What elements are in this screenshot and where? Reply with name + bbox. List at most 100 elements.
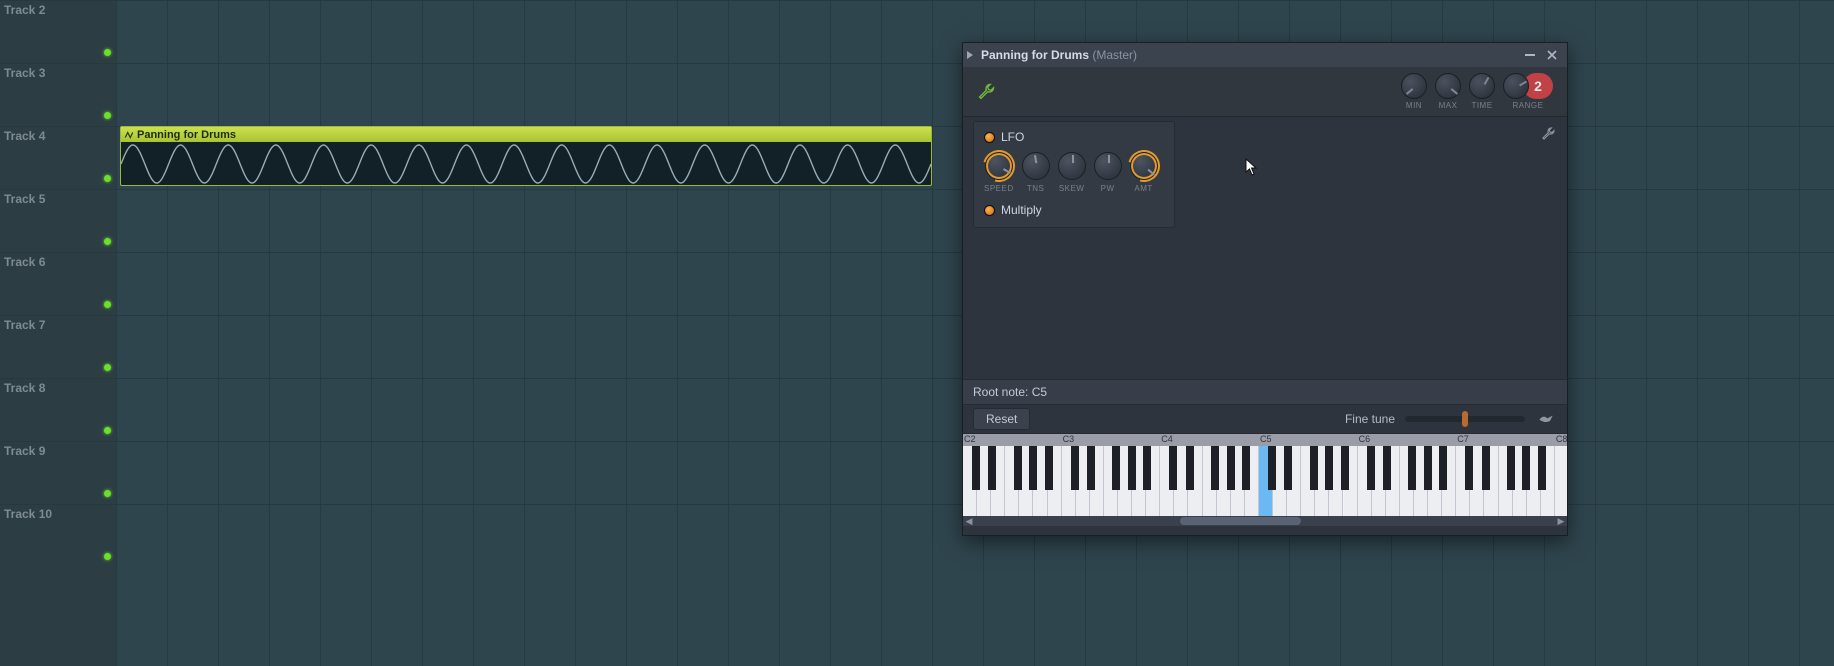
editor-titlebar[interactable]: Panning for Drums (Master) xyxy=(963,43,1567,67)
lfo-knob-pw[interactable] xyxy=(1094,152,1122,180)
header-knob-max[interactable] xyxy=(1435,73,1461,99)
track-mute-dot[interactable] xyxy=(104,490,111,497)
fine-tune-apply-icon[interactable] xyxy=(1535,408,1557,430)
piano-black-key[interactable] xyxy=(1439,446,1447,490)
piano-black-key[interactable] xyxy=(1367,446,1375,490)
piano-black-key[interactable] xyxy=(1242,446,1250,490)
track-name-label: Track 3 xyxy=(4,66,45,80)
header-knob-group: Min xyxy=(1401,73,1427,110)
piano-black-key[interactable] xyxy=(1112,446,1120,490)
control-bar: Reset Fine tune xyxy=(963,404,1567,433)
header-knob-group: 2Range xyxy=(1503,73,1553,110)
automation-icon xyxy=(124,130,134,140)
lfo-knob-label: Skew xyxy=(1059,184,1085,193)
piano-black-key[interactable] xyxy=(1045,446,1053,490)
piano-ruler: C2C3C4C5C6C7C8 xyxy=(963,434,1567,446)
header-knob-time[interactable] xyxy=(1503,73,1529,99)
reset-button[interactable]: Reset xyxy=(973,408,1030,430)
track-name-label: Track 8 xyxy=(4,381,45,395)
lfo-knob-speed[interactable] xyxy=(985,152,1013,180)
track-mute-dot[interactable] xyxy=(104,553,111,560)
clip-waveform xyxy=(121,142,931,187)
body-settings-button[interactable] xyxy=(1537,123,1559,145)
lfo-knob-group: Skew xyxy=(1058,152,1086,193)
piano-black-key[interactable] xyxy=(1186,446,1194,490)
lfo-knob-group: PW xyxy=(1094,152,1122,193)
piano-black-key[interactable] xyxy=(1211,446,1219,490)
piano-black-key[interactable] xyxy=(1087,446,1095,490)
track-name-label: Track 10 xyxy=(4,507,52,521)
lfo-enable-row: LFO xyxy=(984,130,1164,144)
clip-header[interactable]: Panning for Drums xyxy=(121,127,931,142)
close-button[interactable] xyxy=(1543,46,1561,64)
lfo-knob-skew[interactable] xyxy=(1058,152,1086,180)
piano-white-key[interactable] xyxy=(1555,446,1567,516)
piano-keyboard[interactable] xyxy=(963,446,1567,516)
minimize-button[interactable] xyxy=(1521,46,1539,64)
wrench-icon xyxy=(1540,126,1556,142)
track-mute-dot[interactable] xyxy=(104,301,111,308)
octave-label: C5 xyxy=(1260,434,1272,444)
track-mute-dot[interactable] xyxy=(104,112,111,119)
piano-black-key[interactable] xyxy=(1424,446,1432,490)
fine-tune-slider[interactable] xyxy=(1405,416,1525,422)
header-knob-label: Min xyxy=(1406,101,1422,110)
piano-black-key[interactable] xyxy=(1227,446,1235,490)
header-knob-label: Max xyxy=(1439,101,1458,110)
piano-black-key[interactable] xyxy=(1310,446,1318,490)
track-name-label: Track 7 xyxy=(4,318,45,332)
piano-black-key[interactable] xyxy=(1268,446,1276,490)
piano-black-key[interactable] xyxy=(1522,446,1530,490)
piano-black-key[interactable] xyxy=(1465,446,1473,490)
track-mute-dot[interactable] xyxy=(104,238,111,245)
lfo-panel: LFO SpeedTNSSkewPWAmt Multiply xyxy=(973,121,1175,228)
track-name-label: Track 6 xyxy=(4,255,45,269)
piano-black-key[interactable] xyxy=(1383,446,1391,490)
piano-black-key[interactable] xyxy=(1014,446,1022,490)
piano-black-key[interactable] xyxy=(1482,446,1490,490)
track-mute-dot[interactable] xyxy=(104,364,111,371)
piano-scrollbar[interactable]: ◀ ▶ xyxy=(963,516,1567,526)
titlebar-menu-icon[interactable] xyxy=(967,51,973,59)
settings-button[interactable] xyxy=(971,77,1001,107)
header-knob-time[interactable] xyxy=(1469,73,1495,99)
piano-black-key[interactable] xyxy=(1143,446,1151,490)
scroll-thumb[interactable] xyxy=(1180,517,1301,525)
piano-black-key[interactable] xyxy=(1071,446,1079,490)
clip-name: Panning for Drums xyxy=(137,129,236,141)
lfo-knob-label: Speed xyxy=(984,184,1014,193)
editor-subtitle: (Master) xyxy=(1092,48,1137,62)
scroll-right-arrow[interactable]: ▶ xyxy=(1555,516,1567,526)
octave-label: C7 xyxy=(1457,434,1469,444)
lfo-enable-toggle[interactable] xyxy=(984,132,995,143)
fine-tune-thumb[interactable] xyxy=(1462,411,1468,427)
piano-black-key[interactable] xyxy=(1325,446,1333,490)
track-mute-dot[interactable] xyxy=(104,175,111,182)
piano-black-key[interactable] xyxy=(1408,446,1416,490)
piano-black-key[interactable] xyxy=(1341,446,1349,490)
piano-black-key[interactable] xyxy=(1128,446,1136,490)
track-name-label: Track 5 xyxy=(4,192,45,206)
octave-label: C4 xyxy=(1161,434,1173,444)
track-mute-dot[interactable] xyxy=(104,49,111,56)
header-knob-label: Range xyxy=(1513,101,1544,110)
track-name-label: Track 9 xyxy=(4,444,45,458)
wrench-icon xyxy=(976,82,996,102)
lfo-knob-amt[interactable] xyxy=(1130,152,1158,180)
piano-black-key[interactable] xyxy=(1507,446,1515,490)
lfo-knob-tns[interactable] xyxy=(1022,152,1050,180)
piano-black-key[interactable] xyxy=(988,446,996,490)
piano-black-key[interactable] xyxy=(1538,446,1546,490)
piano-black-key[interactable] xyxy=(1169,446,1177,490)
piano-black-key[interactable] xyxy=(1029,446,1037,490)
multiply-toggle[interactable] xyxy=(984,205,995,216)
piano-black-key[interactable] xyxy=(1284,446,1292,490)
scroll-left-arrow[interactable]: ◀ xyxy=(963,516,975,526)
root-note-bar: Root note: C5 xyxy=(963,379,1567,404)
automation-clip[interactable]: Panning for Drums xyxy=(120,126,932,186)
octave-label: C3 xyxy=(1063,434,1075,444)
piano-black-key[interactable] xyxy=(972,446,980,490)
track-mute-dot[interactable] xyxy=(104,427,111,434)
editor-body: LFO SpeedTNSSkewPWAmt Multiply xyxy=(963,117,1567,379)
header-knob-min[interactable] xyxy=(1401,73,1427,99)
